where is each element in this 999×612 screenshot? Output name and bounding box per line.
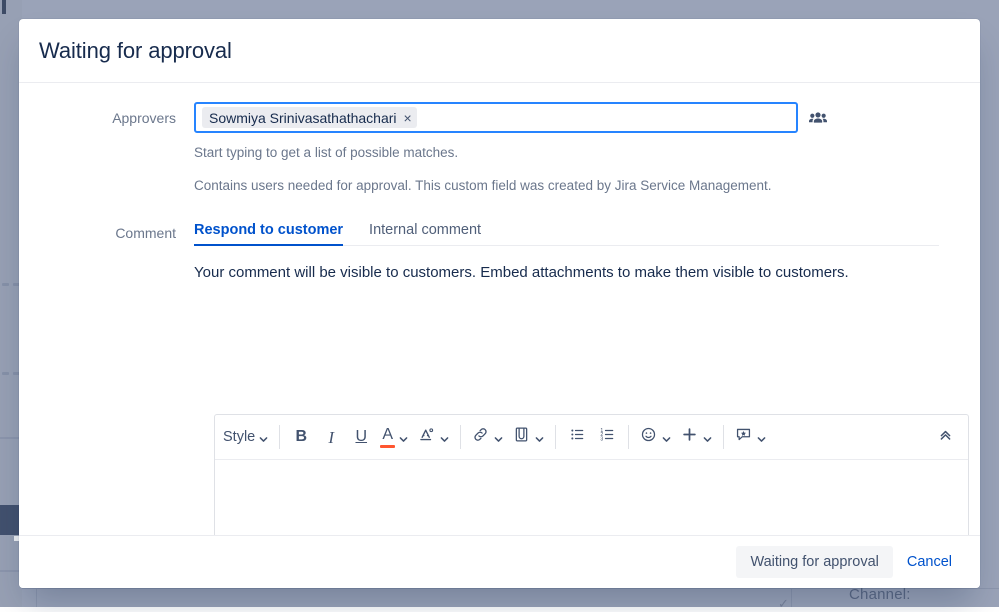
toolbar-separator: [555, 425, 556, 449]
italic-icon: I: [328, 429, 334, 446]
comment-field-row: Comment Respond to customer Internal com…: [19, 217, 980, 285]
link-icon: [471, 425, 490, 449]
list-bulleted-icon: [568, 425, 587, 449]
approver-chip-label: Sowmiya Srinivasathathachari: [209, 110, 397, 126]
background-vertical-rule: [791, 588, 792, 607]
approver-chip[interactable]: Sowmiya Srinivasathathachari ×: [202, 107, 417, 128]
people-group-icon[interactable]: [808, 108, 828, 128]
more-text-styles-button[interactable]: [413, 422, 454, 452]
comment-star-icon: [734, 425, 753, 449]
background-vertical-rule: [36, 588, 37, 607]
approvers-label: Approvers: [19, 102, 194, 134]
page-title: Waiting for approval: [39, 38, 232, 64]
comment-tabs: Respond to customer Internal comment: [194, 217, 939, 246]
underline-button[interactable]: U: [346, 422, 376, 452]
paperclip-icon: [512, 425, 531, 449]
toolbar-group-insert: [635, 422, 717, 452]
toolbar-group-lists: 1 2 3: [562, 422, 622, 452]
approval-modal-dialog: Waiting for approval Approvers Sowmiya S…: [19, 19, 980, 588]
tab-respond-to-customer[interactable]: Respond to customer: [194, 222, 343, 245]
background-dash: [2, 283, 9, 286]
bold-icon: B: [295, 429, 307, 445]
text-color-swatch: [380, 445, 395, 448]
attachment-button[interactable]: [508, 422, 549, 452]
comment-label: Comment: [19, 217, 194, 249]
approvers-input[interactable]: Sowmiya Srinivasathathachari ×: [194, 102, 798, 133]
background-dash: [2, 372, 9, 375]
link-button[interactable]: [467, 422, 508, 452]
background-corner-glyph: [2, 0, 6, 14]
editor-toolbar: Style B I: [215, 415, 968, 460]
chevron-down-icon: [534, 432, 545, 443]
numbered-list-button[interactable]: 1 2 3: [592, 422, 622, 452]
toolbar-group-text-format: B I U A: [286, 422, 454, 452]
approvers-input-wrapper: Sowmiya Srinivasathathachari ×: [194, 102, 960, 133]
modal-header: Waiting for approval: [19, 19, 980, 83]
underline-icon: U: [355, 429, 367, 445]
emoji-button[interactable]: [635, 422, 676, 452]
chevron-down-icon: [702, 432, 713, 443]
insert-more-button[interactable]: [676, 422, 717, 452]
style-dropdown-label: Style: [223, 429, 255, 445]
bold-button[interactable]: B: [286, 422, 316, 452]
chevron-up-double-icon: [936, 425, 955, 449]
mention-comment-button[interactable]: [730, 422, 771, 452]
comment-control: Respond to customer Internal comment You…: [194, 217, 960, 285]
chevron-down-icon: [258, 432, 269, 443]
toolbar-group-style: Style: [219, 422, 273, 452]
chevron-down-icon: [493, 432, 504, 443]
toolbar-separator: [279, 425, 280, 449]
comment-editor: Style B I: [214, 414, 969, 535]
chevron-down-icon: [661, 432, 672, 443]
tab-internal-comment[interactable]: Internal comment: [369, 222, 481, 245]
plus-icon: [680, 425, 699, 449]
bullet-list-button[interactable]: [562, 422, 592, 452]
close-icon[interactable]: ×: [404, 111, 412, 125]
chevron-down-icon: [398, 432, 409, 443]
approvers-field-row: Approvers Sowmiya Srinivasathathachari ×: [19, 102, 980, 195]
approvers-helper-primary: Start typing to get a list of possible m…: [194, 144, 960, 162]
background-check-icon: ✓: [778, 596, 789, 612]
text-color-icon: A: [380, 427, 395, 448]
cancel-button[interactable]: Cancel: [899, 546, 960, 578]
comment-editor-textarea[interactable]: [215, 460, 968, 535]
modal-body: Approvers Sowmiya Srinivasathathachari ×: [19, 83, 980, 535]
collapse-toolbar-button[interactable]: [930, 422, 960, 452]
toolbar-separator: [723, 425, 724, 449]
chevron-down-icon: [756, 432, 767, 443]
style-dropdown-button[interactable]: Style: [219, 422, 273, 452]
comment-visibility-note: Your comment will be visible to customer…: [194, 261, 884, 285]
text-color-button[interactable]: A: [376, 422, 413, 452]
toolbar-separator: [628, 425, 629, 449]
toolbar-group-comment-macro: [730, 422, 771, 452]
italic-button[interactable]: I: [316, 422, 346, 452]
approvers-helper-secondary: Contains users needed for approval. This…: [194, 177, 960, 195]
modal-footer: Waiting for approval Cancel: [19, 535, 980, 588]
toolbar-separator: [460, 425, 461, 449]
chevron-down-icon: [439, 432, 450, 443]
text-color-letter: A: [382, 427, 393, 443]
svg-text:3: 3: [600, 437, 603, 443]
approvers-control: Sowmiya Srinivasathathachari ×: [194, 102, 960, 195]
background-channel-label: Channel:: [849, 586, 911, 603]
list-numbered-icon: 1 2 3: [598, 425, 617, 449]
smiley-icon: [639, 425, 658, 449]
more-text-styles-icon: [417, 425, 436, 449]
submit-button[interactable]: Waiting for approval: [736, 546, 892, 578]
editor-clip-region: Style B I: [214, 396, 980, 535]
toolbar-group-insert-media: [467, 422, 549, 452]
